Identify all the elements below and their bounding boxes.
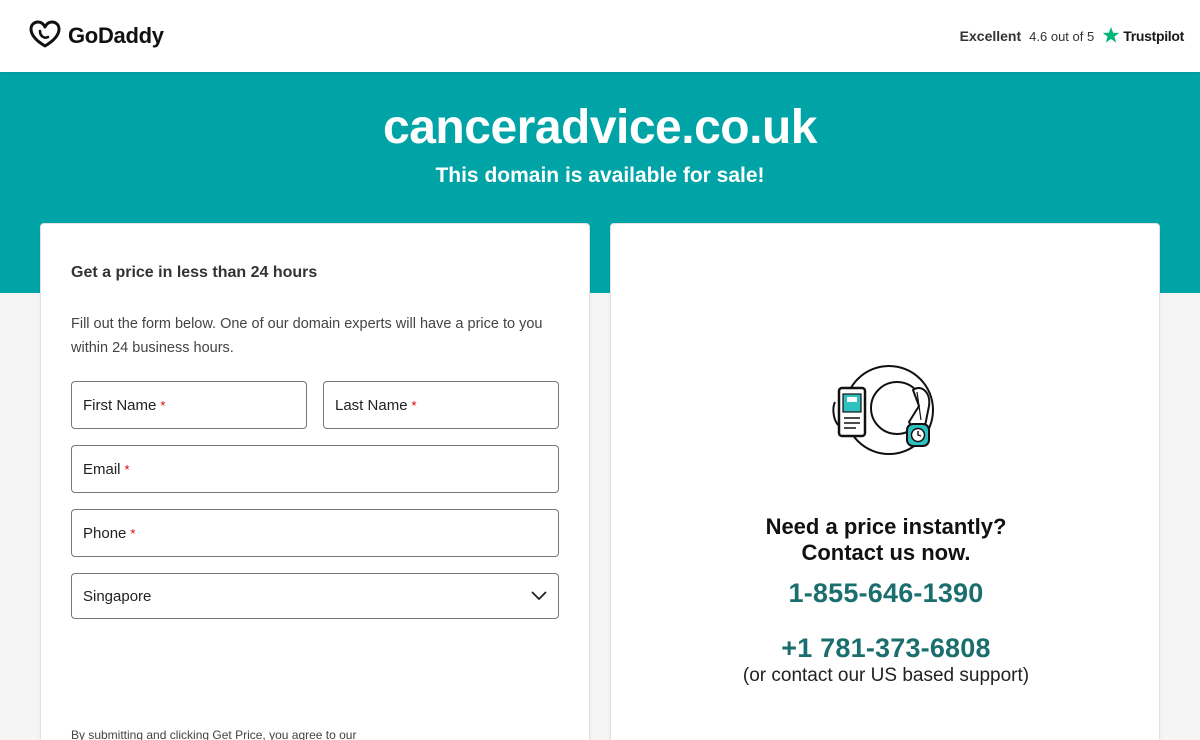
contact-panel: Need a price instantly? Contact us now. …: [610, 223, 1160, 740]
form-description: Fill out the form below. One of our doma…: [71, 316, 543, 356]
phone-secondary-link[interactable]: +1 781-373-6808: [611, 633, 1161, 664]
domain-name: canceradvice.co.uk: [383, 101, 817, 154]
rating-word: Excellent: [959, 28, 1022, 44]
support-note: (or contact our US based support): [742, 665, 1030, 686]
country-select[interactable]: Singapore: [71, 573, 559, 619]
phone-primary-link[interactable]: 1-855-646-1390: [611, 578, 1161, 609]
phone-label: Phone: [83, 524, 127, 542]
form-title: Get a price in less than 24 hours: [71, 264, 318, 281]
phone-field[interactable]: Phone *: [71, 509, 559, 557]
heading-line-1: Need a price instantly?: [765, 514, 1007, 539]
email-label: Email: [83, 460, 121, 478]
legal-text: By submitting and clicking Get Price, yo…: [71, 728, 357, 740]
sale-tagline: This domain is available for sale!: [435, 164, 765, 187]
top-header: GoDaddy Excellent 4.6 out of 5 Trustpilo…: [0, 0, 1200, 72]
required-mark: *: [130, 525, 136, 541]
first-name-field[interactable]: First Name *: [71, 381, 307, 429]
price-request-form: Get a price in less than 24 hours Fill o…: [40, 223, 590, 740]
email-field[interactable]: Email *: [71, 445, 559, 493]
phone-and-clock-icon: [831, 362, 943, 462]
heading-line-2: Contact us now.: [801, 540, 971, 565]
trustpilot-brand: Trustpilot: [1102, 26, 1184, 47]
required-mark: *: [160, 397, 166, 413]
country-selected-value: Singapore: [83, 587, 152, 605]
godaddy-logo-icon: [28, 20, 62, 53]
required-mark: *: [124, 461, 130, 477]
last-name-field[interactable]: Last Name *: [323, 381, 559, 429]
trustpilot-label: Trustpilot: [1123, 28, 1184, 44]
last-name-label: Last Name: [335, 396, 408, 414]
first-name-label: First Name: [83, 396, 157, 414]
chevron-down-icon: [531, 588, 547, 605]
instant-price-heading: Need a price instantly? Contact us now.: [611, 514, 1161, 566]
required-mark: *: [411, 397, 417, 413]
rating-score: 4.6 out of 5: [1029, 28, 1095, 44]
godaddy-logo[interactable]: GoDaddy: [28, 20, 164, 53]
trustpilot-star-icon: [1102, 26, 1120, 47]
brand-name: GoDaddy: [68, 23, 164, 48]
trustpilot-rating[interactable]: Excellent 4.6 out of 5 Trustpilot: [960, 26, 1184, 47]
